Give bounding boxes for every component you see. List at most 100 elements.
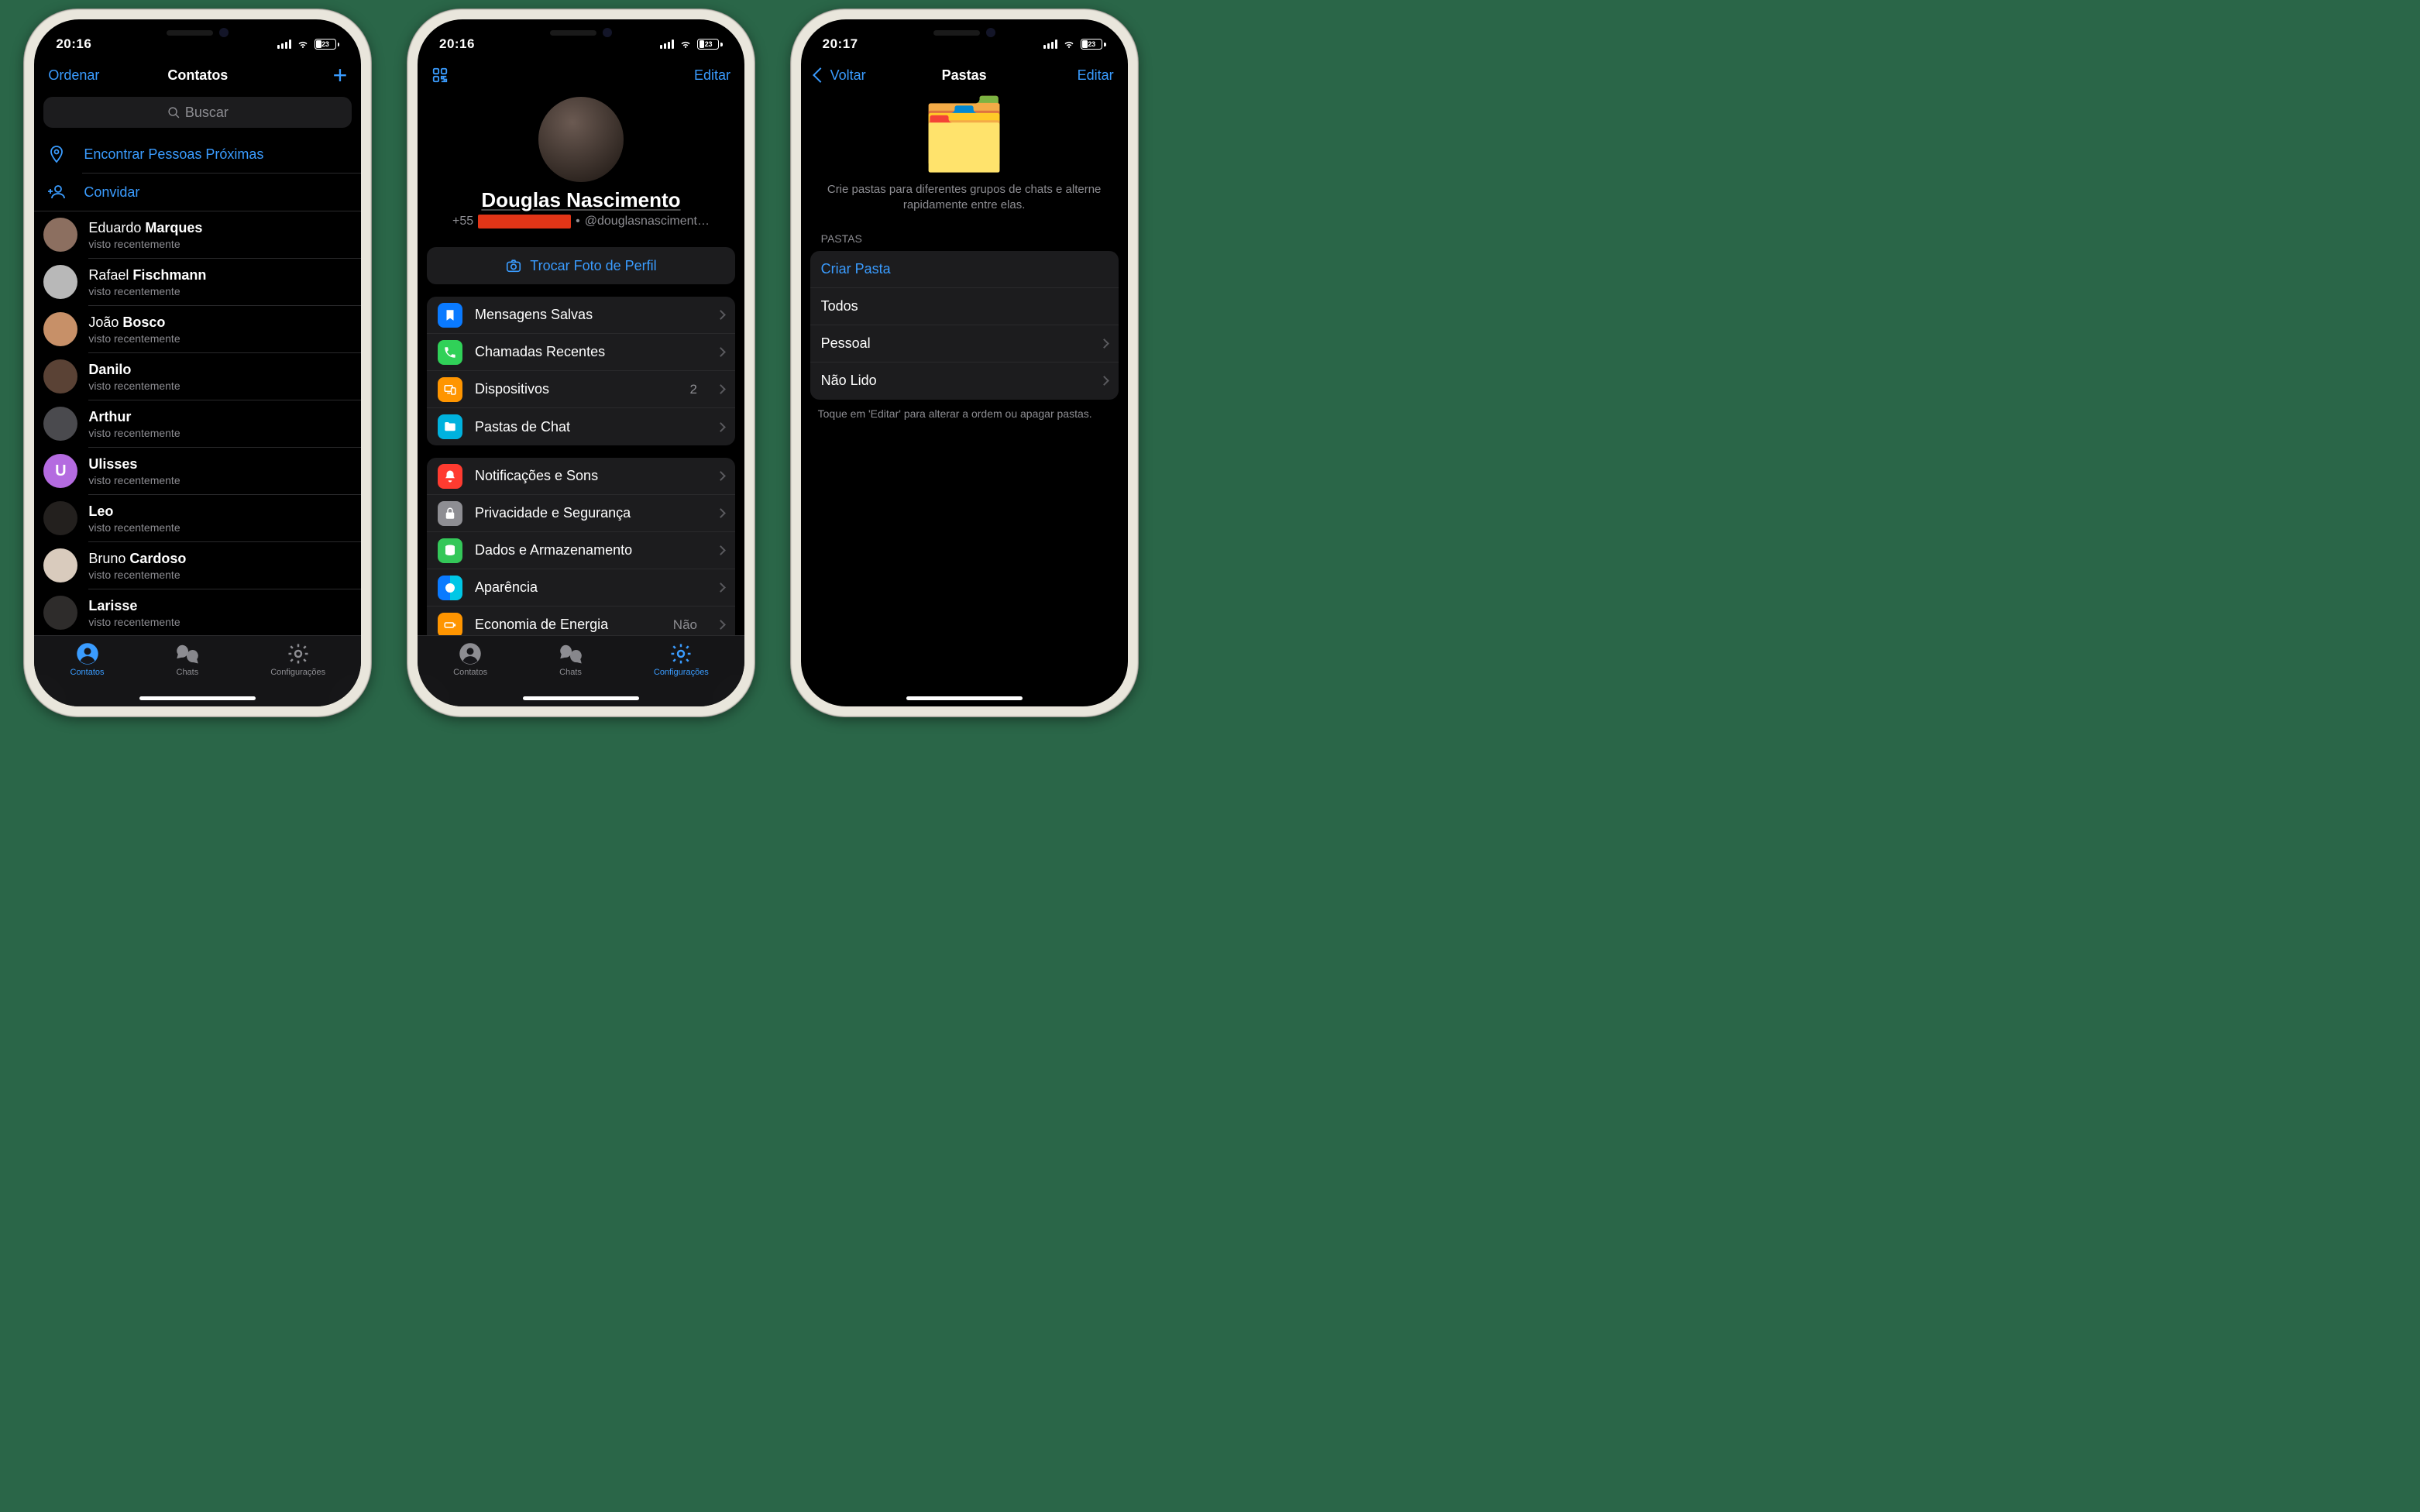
search-placeholder: Buscar xyxy=(185,105,229,121)
folders-illustration: 🗂️ xyxy=(801,94,1128,182)
contact-status: visto recentemente xyxy=(88,380,180,392)
nav-bar: Editar xyxy=(418,57,744,94)
chevron-right-icon xyxy=(716,347,726,357)
folder-row[interactable]: Não Lido xyxy=(810,363,1119,400)
contact-row[interactable]: Eduardo Marquesvisto recentemente xyxy=(34,211,361,258)
invite-row[interactable]: Convidar xyxy=(34,174,361,211)
chevron-right-icon xyxy=(716,310,726,320)
settings-icon xyxy=(669,642,693,665)
folders-group: Criar Pasta Todos Pessoal Não Lido xyxy=(810,251,1119,400)
avatar xyxy=(43,548,77,582)
contact-row[interactable]: Bruno Cardosovisto recentemente xyxy=(34,542,361,589)
profile-name: Douglas Nascimento xyxy=(481,188,680,212)
battery-icon: 23 xyxy=(1081,39,1106,50)
cellular-icon xyxy=(1043,40,1057,49)
edit-button[interactable]: Editar xyxy=(694,67,730,84)
nav-bar: Voltar Pastas Editar xyxy=(801,57,1128,94)
tab-chats[interactable]: Chats xyxy=(176,642,199,677)
create-folder-row[interactable]: Criar Pasta xyxy=(810,251,1119,288)
contact-name: Rafael Fischmann xyxy=(88,266,206,284)
settings-row-label: Mensagens Salvas xyxy=(475,307,593,323)
tab-contacts[interactable]: Contatos xyxy=(70,642,105,677)
battery-icon xyxy=(438,613,462,636)
avatar xyxy=(43,265,77,299)
contact-status: visto recentemente xyxy=(88,569,186,581)
status-time: 20:16 xyxy=(56,36,91,52)
contact-name: Danilo xyxy=(88,361,180,379)
devices-icon xyxy=(438,377,462,402)
contact-row[interactable]: Leovisto recentemente xyxy=(34,495,361,541)
contact-row[interactable]: Arthurvisto recentemente xyxy=(34,400,361,447)
folder-row[interactable]: Todos xyxy=(810,288,1119,325)
wifi-icon xyxy=(296,39,310,50)
contact-name: Leo xyxy=(88,503,180,521)
plus-icon: + xyxy=(333,63,348,88)
contact-status: visto recentemente xyxy=(88,332,180,345)
settings-row-label: Aparência xyxy=(475,579,538,596)
tab-bar: Contatos Chats Configurações xyxy=(418,635,744,706)
contact-status: visto recentemente xyxy=(88,427,180,439)
phone-folders: 20:17 23 Voltar Pastas Editar 🗂️ Crie pa… xyxy=(790,9,1139,717)
profile-info: +55 • @douglasnasciment… xyxy=(452,215,710,229)
tab-settings[interactable]: Configurações xyxy=(270,642,325,677)
folder-row[interactable]: Pessoal xyxy=(810,325,1119,363)
settings-row[interactable]: Economia de EnergiaNão xyxy=(427,607,735,635)
contact-row[interactable]: João Boscovisto recentemente xyxy=(34,306,361,352)
edit-button[interactable]: Editar xyxy=(1078,67,1114,84)
home-indicator[interactable] xyxy=(139,696,256,700)
chevron-right-icon xyxy=(716,508,726,518)
back-button[interactable]: Voltar xyxy=(815,67,866,84)
folder-label: Todos xyxy=(821,298,858,314)
contact-row[interactable]: Danilovisto recentemente xyxy=(34,353,361,400)
contact-row[interactable]: Rafael Fischmannvisto recentemente xyxy=(34,259,361,305)
contact-status: visto recentemente xyxy=(88,285,206,297)
tab-chats[interactable]: Chats xyxy=(559,642,583,677)
change-photo-row[interactable]: Trocar Foto de Perfil xyxy=(427,247,735,284)
db-icon xyxy=(438,538,462,563)
home-indicator[interactable] xyxy=(906,696,1023,700)
notch xyxy=(112,19,283,46)
page-title: Contatos xyxy=(167,67,228,84)
settings-row-label: Chamadas Recentes xyxy=(475,344,605,360)
avatar xyxy=(43,312,77,346)
settings-group-general: Mensagens Salvas Chamadas Recentes Disposi… xyxy=(427,297,735,445)
settings-row[interactable]: Pastas de Chat xyxy=(427,408,735,445)
settings-icon xyxy=(287,642,310,665)
cellular-icon xyxy=(277,40,291,49)
tab-contacts[interactable]: Contatos xyxy=(453,642,487,677)
chevron-right-icon xyxy=(716,384,726,394)
contact-status: visto recentemente xyxy=(88,238,202,250)
circle-icon xyxy=(438,576,462,600)
folder-label: Pessoal xyxy=(821,335,871,352)
settings-row[interactable]: Dados e Armazenamento xyxy=(427,532,735,569)
battery-icon: 23 xyxy=(315,39,340,50)
add-contact-button[interactable]: + xyxy=(333,63,348,88)
settings-row[interactable]: Privacidade e Segurança xyxy=(427,495,735,532)
qr-button[interactable] xyxy=(431,67,449,84)
folders-hint: Toque em 'Editar' para alterar a ordem o… xyxy=(801,400,1128,420)
contact-status: visto recentemente xyxy=(88,474,180,486)
contact-row[interactable]: UUlissesvisto recentemente xyxy=(34,448,361,494)
invite-label: Convidar xyxy=(84,184,139,201)
folder-label: Não Lido xyxy=(821,373,877,389)
cellular-icon xyxy=(660,40,674,49)
settings-row[interactable]: Aparência xyxy=(427,569,735,607)
battery-icon: 23 xyxy=(697,39,723,50)
settings-row[interactable]: Chamadas Recentes xyxy=(427,334,735,371)
home-indicator[interactable] xyxy=(523,696,639,700)
profile-photo[interactable] xyxy=(538,97,624,182)
settings-row[interactable]: Dispositivos2 xyxy=(427,371,735,408)
settings-row[interactable]: Notificações e Sons xyxy=(427,458,735,495)
contacts-icon xyxy=(459,642,482,665)
sort-button[interactable]: Ordenar xyxy=(48,67,99,84)
chats-icon xyxy=(176,642,199,665)
find-nearby-label: Encontrar Pessoas Próximas xyxy=(84,146,263,163)
find-nearby-row[interactable]: Encontrar Pessoas Próximas xyxy=(34,136,361,173)
chevron-right-icon xyxy=(716,471,726,481)
tab-settings[interactable]: Configurações xyxy=(654,642,709,677)
settings-row-label: Dispositivos xyxy=(475,381,549,397)
bell-icon xyxy=(438,464,462,489)
settings-row[interactable]: Mensagens Salvas xyxy=(427,297,735,334)
search-input[interactable]: Buscar xyxy=(43,97,352,128)
contact-row[interactable]: Larissevisto recentemente xyxy=(34,589,361,635)
